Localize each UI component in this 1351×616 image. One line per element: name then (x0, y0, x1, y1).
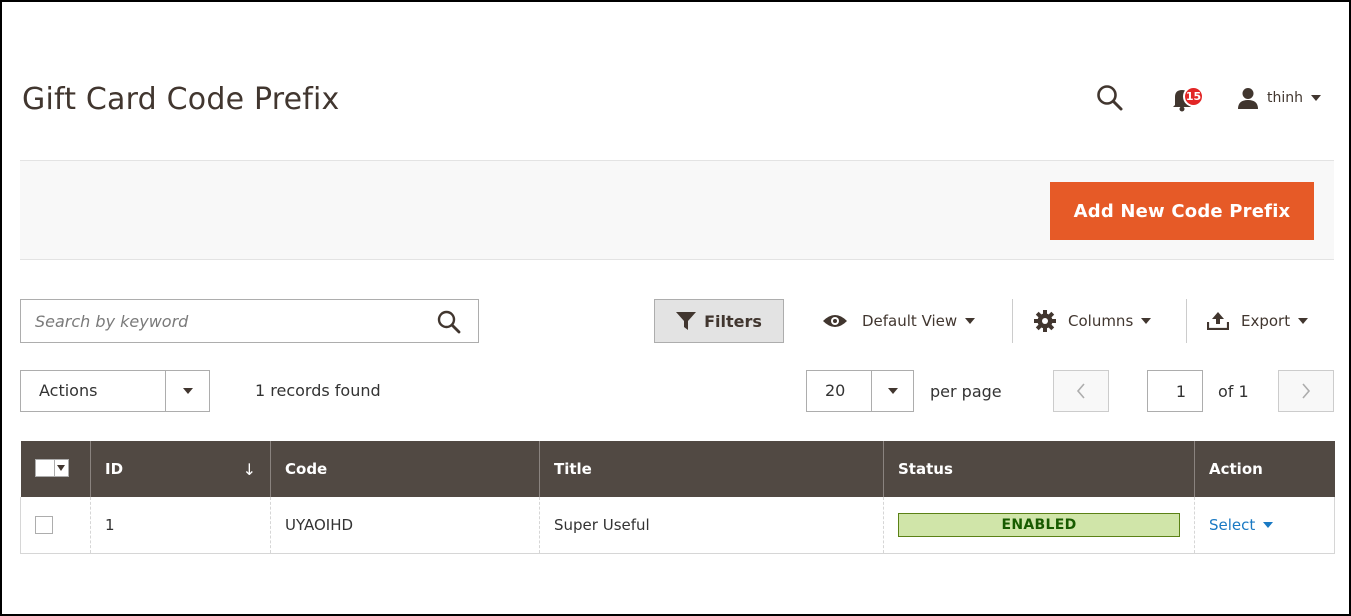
status-badge: ENABLED (898, 512, 1180, 537)
chevron-down-icon (53, 459, 68, 476)
chevron-right-icon (1302, 383, 1311, 399)
cell-code: UYAOIHD (270, 497, 540, 554)
toolbar-divider (1012, 299, 1013, 343)
search-icon[interactable] (436, 309, 462, 335)
header-actions: 15 thinh (1095, 80, 1321, 116)
user-menu[interactable]: thinh (1237, 87, 1321, 109)
notification-count-badge: 15 (1183, 86, 1204, 107)
row-select-cell (20, 497, 91, 554)
export-dropdown[interactable]: Export (1207, 299, 1309, 343)
per-page-value: 20 (825, 381, 846, 400)
global-search-icon[interactable] (1095, 83, 1125, 113)
mass-select-checkbox[interactable] (34, 458, 69, 477)
mass-actions-select[interactable]: Actions (20, 370, 210, 412)
sort-descending-icon: ↓ (242, 459, 256, 479)
chevron-down-icon (965, 318, 976, 324)
current-page-input[interactable] (1147, 370, 1203, 412)
cell-action: Select (1194, 497, 1335, 554)
row-action-select-link[interactable]: Select (1209, 516, 1274, 534)
chevron-down-icon (165, 371, 209, 411)
chevron-left-icon (1076, 383, 1085, 399)
cell-status: ENABLED (883, 497, 1195, 554)
chevron-down-icon (1141, 318, 1152, 324)
page-actions-bar: Add New Code Prefix (20, 160, 1334, 260)
add-new-code-prefix-button[interactable]: Add New Code Prefix (1050, 182, 1314, 240)
table-row[interactable]: 1 UYAOIHD Super Useful ENABLED Select (20, 497, 1335, 554)
gear-icon (1034, 310, 1056, 332)
code-prefix-grid: ID ↓ Code Title Status Action 1 UYAOIHD … (20, 441, 1335, 554)
funnel-icon (676, 312, 697, 330)
grid-search-box (20, 299, 479, 343)
search-input[interactable] (21, 300, 421, 342)
export-icon (1207, 312, 1229, 330)
eye-icon (823, 315, 847, 327)
column-header-action: Action (1194, 441, 1335, 497)
mass-actions-label: Actions (39, 381, 98, 400)
user-name: thinh (1267, 90, 1303, 106)
notifications-bell-icon[interactable]: 15 (1167, 83, 1204, 113)
chevron-down-icon (1263, 521, 1274, 528)
previous-page-button[interactable] (1053, 370, 1109, 412)
toolbar-divider (1186, 299, 1187, 343)
default-view-label: Default View (862, 312, 958, 330)
cell-id: 1 (90, 497, 271, 554)
row-checkbox[interactable] (35, 516, 53, 534)
records-found: 1 records found (255, 381, 381, 400)
total-pages-label: of 1 (1218, 382, 1249, 401)
filters-button[interactable]: Filters (654, 299, 784, 343)
chevron-down-icon (1311, 95, 1321, 101)
chevron-down-icon (871, 371, 913, 411)
column-header-id[interactable]: ID ↓ (90, 441, 271, 497)
filters-label: Filters (704, 311, 762, 331)
column-header-status[interactable]: Status (883, 441, 1195, 497)
next-page-button[interactable] (1278, 370, 1334, 412)
export-label: Export (1241, 312, 1291, 330)
chevron-down-icon (1298, 318, 1309, 324)
cell-title: Super Useful (539, 497, 884, 554)
per-page-label: per page (930, 382, 1002, 401)
user-icon (1238, 88, 1258, 109)
column-header-code[interactable]: Code (270, 441, 540, 497)
default-view-dropdown[interactable]: Default View (822, 299, 976, 343)
columns-dropdown[interactable]: Columns (1034, 299, 1152, 343)
page-title: Gift Card Code Prefix (22, 82, 340, 117)
columns-label: Columns (1068, 312, 1134, 330)
column-header-title[interactable]: Title (539, 441, 884, 497)
mass-select-header (20, 441, 91, 497)
per-page-select[interactable]: 20 (806, 370, 914, 412)
